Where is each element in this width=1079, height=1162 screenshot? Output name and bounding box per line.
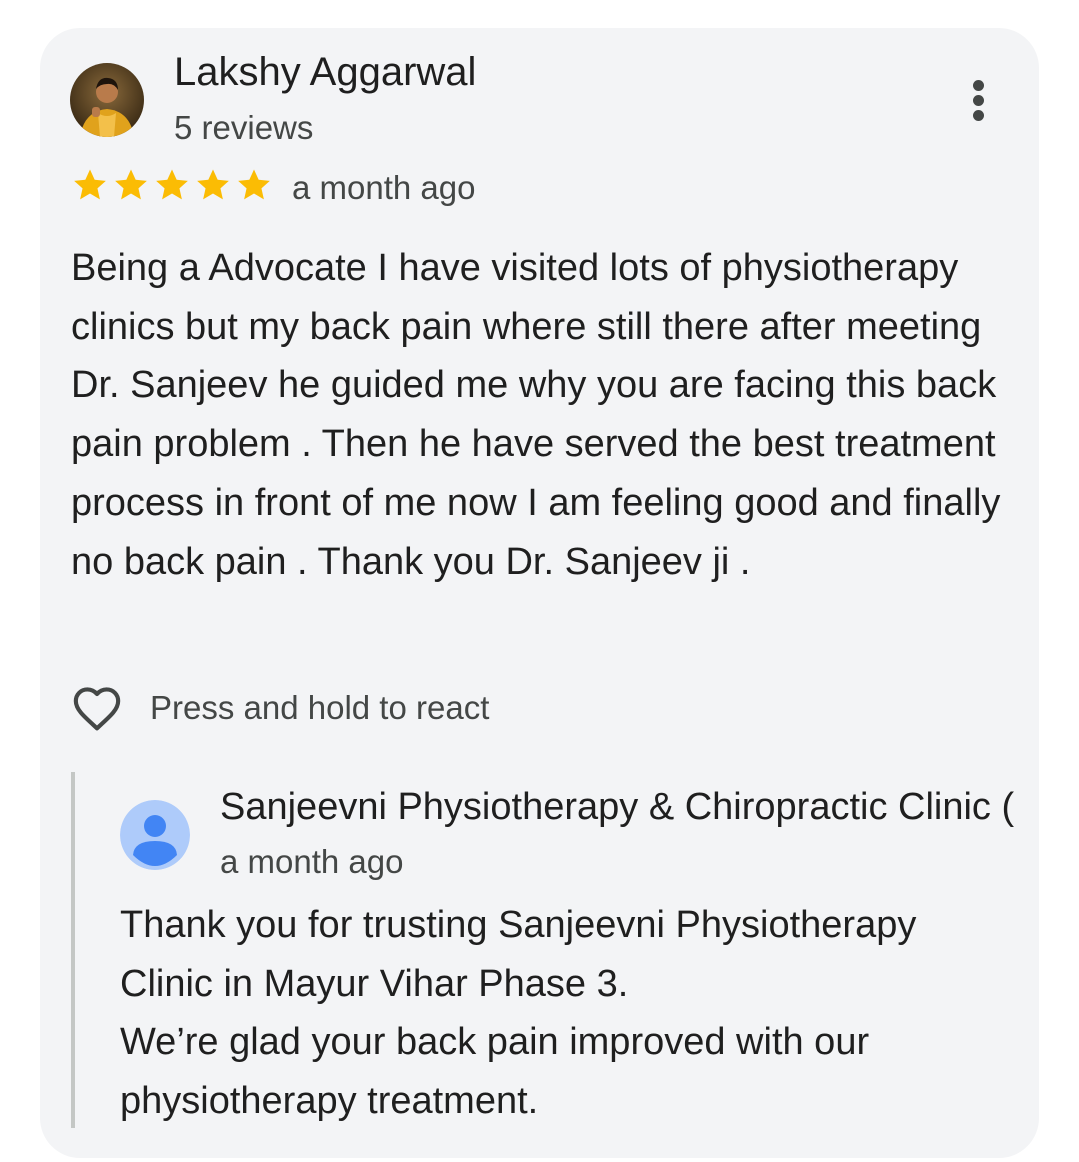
owner-reply-line: Clinic in Mayur Vihar Phase 3. [120,962,629,1005]
more-options-button[interactable] [956,76,1000,124]
star-icon [115,169,147,200]
owner-name: Sanjeevni Physiotherapy & Chiropractic C… [220,786,1015,828]
owner-reply-line: We’re glad your back pain improved with … [120,1021,870,1064]
review-time: a month ago [292,169,476,206]
react-label: Press and hold to react [150,689,490,726]
reviewer-review-count: 5 reviews [174,109,314,146]
react-button[interactable]: Press and hold to react [70,684,489,732]
reviewer-name[interactable]: Lakshy Aggarwal [174,50,476,95]
star-rating [70,166,274,204]
owner-reply-line: physiotherapy treatment. [120,1080,539,1123]
owner-reply-text: Thank you for trusting Sanjeevni Physiot… [120,896,1020,1131]
star-icon [197,169,229,200]
owner-reply: Sanjeevni Physiotherapy & Chiropractic C… [71,772,1039,1128]
star-icon [156,169,188,200]
star-icon [238,169,270,200]
review-text: Being a Advocate I have visited lots of … [71,247,1001,583]
reviewer-photo [70,63,144,137]
owner-reply-line: Thank you for trusting Sanjeevni Physiot… [120,904,917,946]
owner-reply-time: a month ago [220,843,404,880]
heart-outline-icon [73,687,121,731]
owner-avatar [120,800,190,870]
review-card: Lakshy Aggarwal 5 reviews a month ago Be… [40,28,1039,1158]
reviewer-avatar[interactable] [70,63,144,137]
person-icon [120,800,190,870]
star-icon [74,169,106,200]
